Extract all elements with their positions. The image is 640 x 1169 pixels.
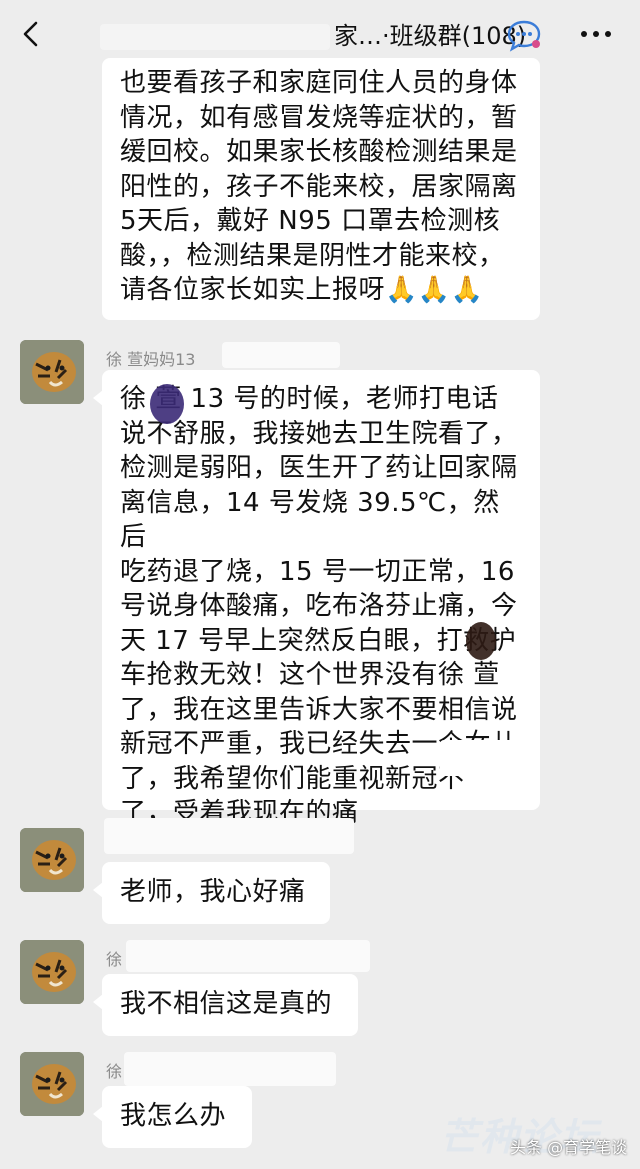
message-line: 我不相信这是真的 — [120, 989, 333, 1019]
name-redaction-blot — [466, 622, 496, 660]
avatar[interactable] — [20, 1052, 84, 1116]
more-options-icon[interactable] — [578, 22, 614, 46]
text-redaction — [440, 740, 520, 776]
name-redaction-blot — [150, 384, 184, 424]
message-line: 车抢救无效！这个世界没有徐 萱 — [120, 660, 500, 690]
sender-redaction — [124, 1052, 336, 1086]
title-suffix: ·班级群(108) — [382, 22, 527, 50]
sender-name: 徐 — [106, 1062, 123, 1081]
group-chat-icon[interactable] — [506, 18, 542, 52]
message-line: 检测是弱阳，医生开了药让回家隔 — [120, 453, 518, 483]
avatar[interactable] — [20, 340, 84, 404]
message-line: 5天后，戴好 N95 口罩去检测核 — [120, 206, 501, 236]
message-bubble[interactable]: 老师，我心好痛 — [93, 862, 330, 924]
message-line: 老师，我心好痛 — [120, 877, 306, 907]
tiger-avatar-icon — [20, 340, 84, 404]
message-line: 我怎么办 — [120, 1101, 227, 1131]
tiger-avatar-icon — [20, 828, 84, 892]
sender-redaction — [126, 940, 370, 972]
avatar[interactable] — [20, 940, 84, 1004]
back-arrow-icon[interactable] — [16, 18, 48, 50]
tiger-avatar-icon — [20, 940, 84, 1004]
message-line: 了，我在这里告诉大家不要相信说 — [120, 694, 518, 725]
title-prefix: 家… — [334, 22, 382, 50]
source-watermark: 头条 @育学笔谈 — [510, 1138, 628, 1157]
sender-name: 徐 萱妈妈13 — [106, 350, 196, 369]
chat-title: 家…·班级群(108) — [100, 16, 526, 51]
sender-name: 徐 — [106, 950, 123, 969]
message-bubble[interactable]: 我不相信这是真的 — [93, 974, 358, 1036]
message-line: 吃药退了烧，15 号一切正常，16 — [120, 556, 515, 587]
message-bubble[interactable]: 也要看孩子和家庭同住人员的身体 情况，如有感冒发烧等症状的，暂 缓回校。如果家长… — [102, 58, 540, 320]
tiger-avatar-icon — [20, 1052, 84, 1116]
message-line: 缓回校。如果家长核酸检测结果是 — [120, 137, 518, 167]
avatar[interactable] — [20, 828, 84, 892]
message-line: 说不舒服，我接她去卫生院看了， — [120, 418, 518, 449]
message-line: 也要看孩子和家庭同住人员的身体 — [120, 68, 518, 98]
message-line: 情况，如有感冒发烧等症状的，暂 — [120, 102, 518, 133]
message-line: 号说身体酸痛，吃布洛芬止痛，今 — [120, 591, 518, 621]
title-redaction — [100, 24, 330, 50]
sender-redaction — [222, 342, 340, 368]
message-line: 天 17 号早上突然反白眼，打救护 — [120, 625, 517, 656]
message-line: 酸，，检测结果是阴性才能来校， — [120, 240, 505, 271]
message-bubble[interactable]: 我怎么办 — [93, 1086, 252, 1148]
sender-redaction — [104, 818, 354, 854]
message-line: 离信息，14 号发烧 39.5℃，然后 — [120, 487, 500, 553]
message-line: 阳性的，孩子不能来校，居家隔离 — [120, 171, 518, 202]
message-line: 请各位家长如实上报呀🙏🙏🙏 — [120, 275, 484, 305]
